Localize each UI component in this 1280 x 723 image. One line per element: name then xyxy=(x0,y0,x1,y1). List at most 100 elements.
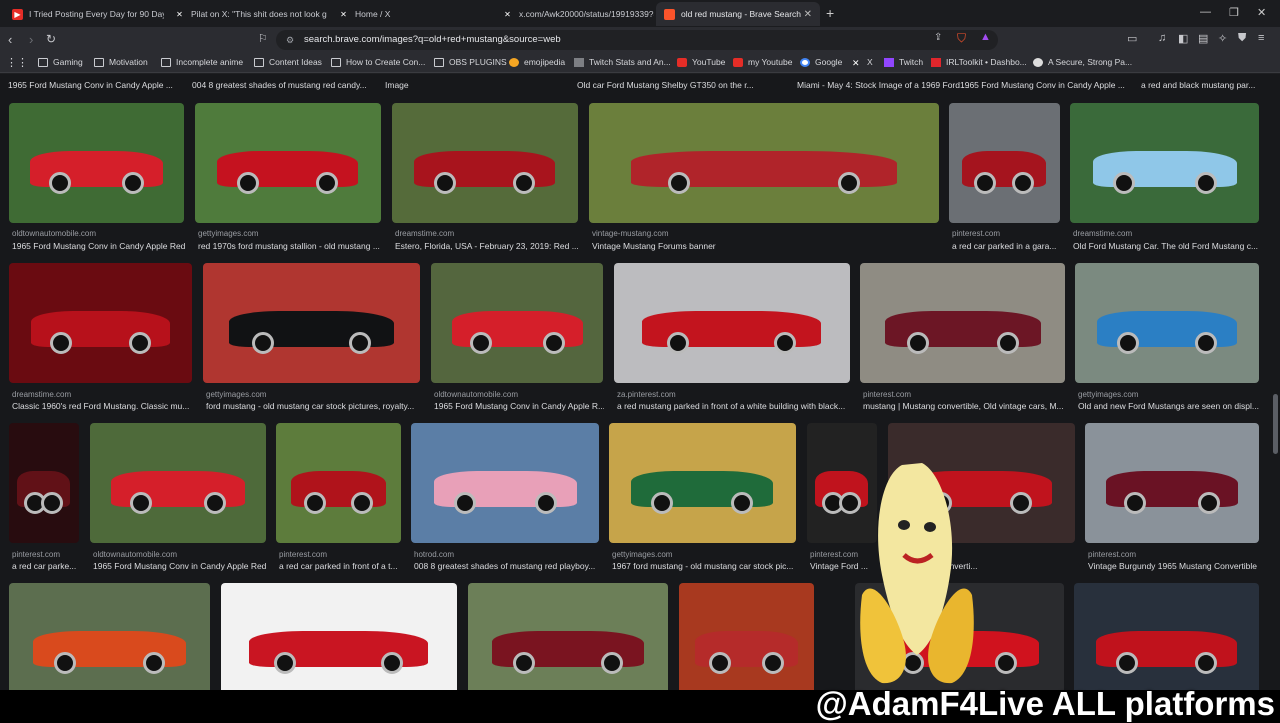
result-caption[interactable]: a red and black mustang par... xyxy=(1141,80,1280,90)
reload-icon[interactable]: ↻ xyxy=(46,32,56,46)
bookmark-twitch[interactable]: Twitch xyxy=(884,57,923,67)
result-image[interactable] xyxy=(392,103,578,223)
result-image[interactable] xyxy=(1085,423,1259,543)
bookmark-google[interactable]: Google xyxy=(800,57,842,67)
bookmark-x[interactable]: ✕ X xyxy=(852,57,873,68)
result-image[interactable] xyxy=(1075,263,1259,383)
result-source[interactable]: dreamstime.com xyxy=(12,390,191,399)
bookmark-gaming[interactable]: Gaming xyxy=(38,57,83,67)
result-image[interactable] xyxy=(203,263,420,383)
sidebar-icon[interactable]: ◧ xyxy=(1178,32,1188,45)
forward-icon[interactable]: › xyxy=(29,32,33,47)
result-source[interactable]: vintage-mustang.com xyxy=(592,229,938,238)
result-source[interactable]: pinterest.com xyxy=(863,390,1064,399)
result-image[interactable] xyxy=(9,423,79,543)
close-icon[interactable]: ✕ xyxy=(804,9,812,20)
result-caption[interactable]: a red mustang parked in front of a white… xyxy=(617,401,851,411)
result-caption[interactable]: 1965 Ford Mustang Conv in Candy Apple R.… xyxy=(434,401,604,411)
result-caption[interactable]: Old Ford Mustang Car. The old Ford Musta… xyxy=(1073,241,1260,251)
bookmark-emojipedia[interactable]: emojipedia xyxy=(509,57,565,67)
address-bar[interactable]: ⚙ search.brave.com/images?q=old+red+must… xyxy=(276,30,998,50)
result-caption[interactable]: 1965 Ford Mustang Conv in Candy Apple ..… xyxy=(8,80,188,90)
vpn-icon[interactable]: ⛊ xyxy=(1238,32,1246,45)
result-image[interactable] xyxy=(9,103,184,223)
tab-brave-search[interactable]: old red mustang - Brave Search ✕ xyxy=(656,2,820,26)
bookmark-how-to-create[interactable]: How to Create Con... xyxy=(331,57,425,67)
result-caption[interactable]: 1965 Ford Mustang Conv in Candy Apple ..… xyxy=(960,80,1140,90)
bookmark-obs-plugins[interactable]: OBS PLUGINS xyxy=(434,57,507,67)
bookmark-incomplete-anime[interactable]: Incomplete anime xyxy=(161,57,243,67)
result-caption[interactable]: Classic 1960's red Ford Mustang. Classic… xyxy=(12,401,193,411)
media-icon[interactable]: ♫ xyxy=(1158,32,1166,44)
menu-icon[interactable]: ≡ xyxy=(1258,32,1264,44)
brave-rewards-icon[interactable]: ▲ xyxy=(980,31,991,43)
tab-x-status[interactable]: ✕ x.com/Awk20000/status/19919339?8 xyxy=(494,2,654,26)
wallet-icon[interactable]: ▤ xyxy=(1198,32,1208,45)
result-caption[interactable]: mustang | Mustang convertible, Old vinta… xyxy=(863,401,1066,411)
result-caption[interactable]: Miami - May 4: Stock Image of a 1969 For… xyxy=(797,80,977,90)
result-image[interactable] xyxy=(9,583,210,690)
result-caption[interactable]: Old and new Ford Mustangs are seen on di… xyxy=(1078,401,1260,411)
result-image[interactable] xyxy=(221,583,457,690)
result-caption[interactable]: a red car parked in a gara... xyxy=(952,241,1061,251)
result-image[interactable] xyxy=(431,263,603,383)
result-caption[interactable]: 1967 ford mustang - old mustang car stoc… xyxy=(612,561,797,571)
result-source[interactable]: pinterest.com xyxy=(279,550,400,559)
result-image[interactable] xyxy=(411,423,599,543)
result-image[interactable] xyxy=(90,423,266,543)
result-caption[interactable]: ford mustang - old mustang car stock pic… xyxy=(206,401,421,411)
result-image[interactable] xyxy=(195,103,381,223)
restore-icon[interactable]: ❐ xyxy=(1229,6,1239,19)
new-tab-button[interactable]: + xyxy=(826,5,834,21)
result-source[interactable]: pinterest.com xyxy=(12,550,78,559)
brave-shields-icon[interactable]: ⛉ xyxy=(957,31,966,46)
bookmark-my-youtube[interactable]: my Youtube xyxy=(733,57,792,67)
bookmark-youtube[interactable]: YouTube xyxy=(677,57,725,67)
leo-ai-icon[interactable]: ✧ xyxy=(1218,32,1227,45)
result-source[interactable]: za.pinterest.com xyxy=(617,390,849,399)
result-source[interactable]: oldtownautomobile.com xyxy=(434,390,602,399)
result-caption[interactable]: Old car Ford Mustang Shelby GT350 on the… xyxy=(577,80,757,90)
result-image[interactable] xyxy=(276,423,401,543)
minimize-icon[interactable]: — xyxy=(1200,6,1211,18)
apps-icon[interactable]: ⋮⋮ xyxy=(6,56,28,69)
result-caption[interactable]: Image xyxy=(385,80,565,90)
tab-youtube-video[interactable]: ▶ I Tried Posting Every Day for 90 Days xyxy=(4,2,164,26)
result-source[interactable]: oldtownautomobile.com xyxy=(93,550,265,559)
result-image[interactable] xyxy=(949,103,1060,223)
share-icon[interactable]: ⇪ xyxy=(934,32,942,43)
result-source[interactable]: hotrod.com xyxy=(414,550,598,559)
result-image[interactable] xyxy=(1074,583,1259,690)
result-caption[interactable]: red 1970s ford mustang stallion - old mu… xyxy=(198,241,382,251)
bookmark-icon[interactable]: ⚐ xyxy=(258,32,268,45)
result-source[interactable]: gettyimages.com xyxy=(612,550,795,559)
result-caption[interactable]: a red car parke... xyxy=(12,561,80,571)
result-image[interactable] xyxy=(679,583,814,690)
result-caption[interactable]: Vintage Burgundy 1965 Mustang Convertibl… xyxy=(1088,561,1260,571)
result-caption[interactable]: 1965 Ford Mustang Conv in Candy Apple Re… xyxy=(12,241,185,251)
result-image[interactable] xyxy=(1070,103,1259,223)
site-settings-icon[interactable]: ⚙ xyxy=(286,30,294,50)
result-source[interactable]: gettyimages.com xyxy=(1078,390,1258,399)
bookmark-twitch-stats[interactable]: Twitch Stats and An... xyxy=(574,57,671,67)
result-image[interactable] xyxy=(9,263,192,383)
result-source[interactable]: gettyimages.com xyxy=(206,390,419,399)
result-caption[interactable]: Estero, Florida, USA - February 23, 2019… xyxy=(395,241,579,251)
result-source[interactable]: dreamstime.com xyxy=(395,229,577,238)
window-close-icon[interactable]: ✕ xyxy=(1257,6,1266,19)
result-image[interactable] xyxy=(609,423,796,543)
cast-icon[interactable]: ▭ xyxy=(1127,32,1137,45)
back-icon[interactable]: ‹ xyxy=(8,32,12,47)
tab-x-post[interactable]: ✕ Pilat on X: "This shit does not look g xyxy=(166,2,328,26)
bookmark-irltoolkit[interactable]: IRLToolkit • Dashbo... xyxy=(931,57,1027,67)
bookmark-motivation[interactable]: Motivation xyxy=(94,57,148,67)
result-source[interactable]: dreamstime.com xyxy=(1073,229,1258,238)
result-source[interactable]: gettyimages.com xyxy=(198,229,380,238)
result-caption[interactable]: 1965 Ford Mustang Conv in Candy Apple Re… xyxy=(93,561,267,571)
result-caption[interactable]: 004 8 greatest shades of mustang red can… xyxy=(192,80,372,90)
result-image[interactable] xyxy=(614,263,850,383)
result-source[interactable]: oldtownautomobile.com xyxy=(12,229,183,238)
result-image[interactable] xyxy=(589,103,939,223)
result-caption[interactable]: Vintage Mustang Forums banner xyxy=(592,241,940,251)
result-caption[interactable]: a red car parked in front of a t... xyxy=(279,561,402,571)
